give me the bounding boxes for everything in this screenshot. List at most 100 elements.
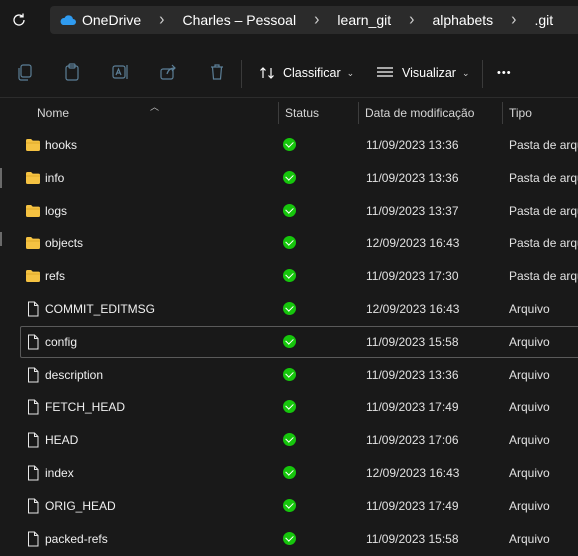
file-type: Arquivo <box>509 466 550 480</box>
chevron-right-icon[interactable]: › <box>302 10 331 30</box>
modified-date: 12/09/2023 16:43 <box>366 466 460 480</box>
file-type: Arquivo <box>509 531 550 546</box>
trash-icon[interactable] <box>207 62 227 82</box>
synced-check-icon <box>283 498 296 512</box>
file-type: Arquivo <box>509 400 550 415</box>
file-name: info <box>45 170 65 185</box>
synced-check-icon <box>283 203 296 217</box>
file-type: Pasta de arquivos <box>509 170 578 185</box>
more-options-button[interactable]: ••• <box>497 62 512 84</box>
file-type: Arquivo <box>509 367 550 382</box>
folder-icon <box>25 268 41 284</box>
breadcrumb-learn-git[interactable]: learn_git <box>331 12 397 28</box>
file-type: Arquivo <box>509 302 550 316</box>
file-row[interactable]: COMMIT_EDITMSG 12/09/2023 16:43 Arquivo <box>20 293 578 325</box>
file-row[interactable]: packed-refs 11/09/2023 15:58 Arquivo <box>20 523 578 555</box>
file-icon <box>25 465 41 481</box>
modified-date: 11/09/2023 13:37 <box>366 203 459 218</box>
chevron-right-icon[interactable]: › <box>499 10 528 30</box>
file-icon <box>25 334 41 350</box>
column-status[interactable]: Status <box>285 106 319 120</box>
file-name: description <box>45 367 104 382</box>
file-name: COMMIT_EDITMSG <box>45 302 155 316</box>
file-row[interactable]: refs 11/09/2023 17:30 Pasta de arquivos <box>20 260 578 292</box>
sort-button[interactable]: Classificar ⌄ <box>259 62 354 84</box>
breadcrumb-alphabets[interactable]: alphabets <box>426 12 499 28</box>
file-name: ORIG_HEAD <box>45 498 116 513</box>
file-row[interactable]: config 11/09/2023 15:58 Arquivo <box>20 325 578 358</box>
file-row[interactable]: FETCH_HEAD 11/09/2023 17:49 Arquivo <box>20 391 578 423</box>
onedrive-cloud-icon <box>58 14 76 26</box>
chevron-down-icon: ⌄ <box>346 67 355 78</box>
toolbar-divider <box>241 60 242 88</box>
modified-date: 11/09/2023 17:49 <box>366 498 459 513</box>
file-type: Arquivo <box>509 334 550 349</box>
copy-icon[interactable] <box>15 62 35 82</box>
synced-check-icon <box>283 236 296 250</box>
file-name: FETCH_HEAD <box>45 400 126 415</box>
folder-icon <box>25 170 41 186</box>
file-type: Pasta de arquivos <box>509 236 578 251</box>
rename-icon[interactable] <box>110 62 130 82</box>
column-divider[interactable] <box>278 102 279 124</box>
column-header: ︿ Nome Status Data de modificação Tipo <box>0 100 578 126</box>
file-row[interactable]: HEAD 11/09/2023 17:06 Arquivo <box>20 424 578 456</box>
column-modified[interactable]: Data de modificação <box>365 106 474 120</box>
column-divider[interactable] <box>358 102 359 124</box>
paste-icon[interactable] <box>62 62 82 82</box>
file-row[interactable]: ORIG_HEAD 11/09/2023 17:49 Arquivo <box>20 490 578 522</box>
modified-date: 11/09/2023 13:36 <box>366 170 459 185</box>
sort-ascending-icon: ︿ <box>150 102 160 112</box>
breadcrumb: OneDrive › Charles – Pessoal › learn_git… <box>58 6 559 34</box>
file-icon <box>25 399 41 415</box>
nav-pane-edge <box>0 100 3 556</box>
column-name[interactable]: Nome <box>37 106 69 120</box>
file-row[interactable]: info 11/09/2023 13:36 Pasta de arquivos <box>20 162 578 194</box>
view-button[interactable]: Visualizar ⌄ <box>376 62 470 84</box>
file-icon <box>25 301 41 317</box>
share-icon[interactable] <box>158 62 178 82</box>
chevron-down-icon: ⌄ <box>461 67 470 78</box>
file-name: logs <box>45 203 68 218</box>
chevron-right-icon[interactable]: › <box>147 10 176 30</box>
file-name: refs <box>45 269 66 284</box>
file-row[interactable]: logs 11/09/2023 13:37 Pasta de arquivos <box>20 195 578 227</box>
modified-date: 12/09/2023 16:43 <box>366 302 460 316</box>
folder-icon <box>25 137 41 153</box>
modified-date: 11/09/2023 15:58 <box>366 334 459 349</box>
breadcrumb-onedrive[interactable]: OneDrive <box>82 12 147 28</box>
file-icon <box>25 432 41 448</box>
modified-date: 11/09/2023 17:30 <box>366 269 459 284</box>
file-row[interactable]: description 11/09/2023 13:36 Arquivo <box>20 359 578 391</box>
modified-date: 12/09/2023 16:43 <box>366 236 460 251</box>
synced-check-icon <box>283 334 296 348</box>
chevron-right-icon[interactable]: › <box>397 10 426 30</box>
file-icon <box>25 498 41 514</box>
file-name: index <box>45 466 74 480</box>
breadcrumb-charles-pessoal[interactable]: Charles – Pessoal <box>176 12 302 28</box>
file-name: hooks <box>45 138 78 152</box>
address-bar[interactable]: OneDrive › Charles – Pessoal › learn_git… <box>50 6 578 34</box>
breadcrumb-git[interactable]: .git <box>529 12 560 28</box>
file-row[interactable]: hooks 11/09/2023 13:36 Pasta de arquivos <box>20 129 578 161</box>
column-divider[interactable] <box>502 102 503 124</box>
file-type: Pasta de arquivos <box>509 203 578 218</box>
separator <box>0 97 578 98</box>
file-icon <box>25 367 41 383</box>
synced-check-icon <box>283 138 296 151</box>
sort-arrows-icon <box>259 65 275 81</box>
command-bar: Classificar ⌄ Visualizar ⌄ ••• <box>0 48 578 96</box>
file-row[interactable]: index 12/09/2023 16:43 Arquivo <box>20 457 578 489</box>
file-name: packed-refs <box>45 531 108 546</box>
file-name: HEAD <box>45 433 79 448</box>
refresh-icon[interactable] <box>9 10 29 30</box>
sort-label: Classificar <box>283 66 341 80</box>
synced-check-icon <box>283 302 296 315</box>
view-label: Visualizar <box>402 66 456 80</box>
synced-check-icon <box>283 269 296 283</box>
column-type[interactable]: Tipo <box>509 106 532 120</box>
modified-date: 11/09/2023 17:49 <box>366 400 459 415</box>
file-row[interactable]: objects 12/09/2023 16:43 Pasta de arquivos <box>20 227 578 259</box>
file-type: Arquivo <box>509 433 550 448</box>
file-name: objects <box>45 236 84 251</box>
